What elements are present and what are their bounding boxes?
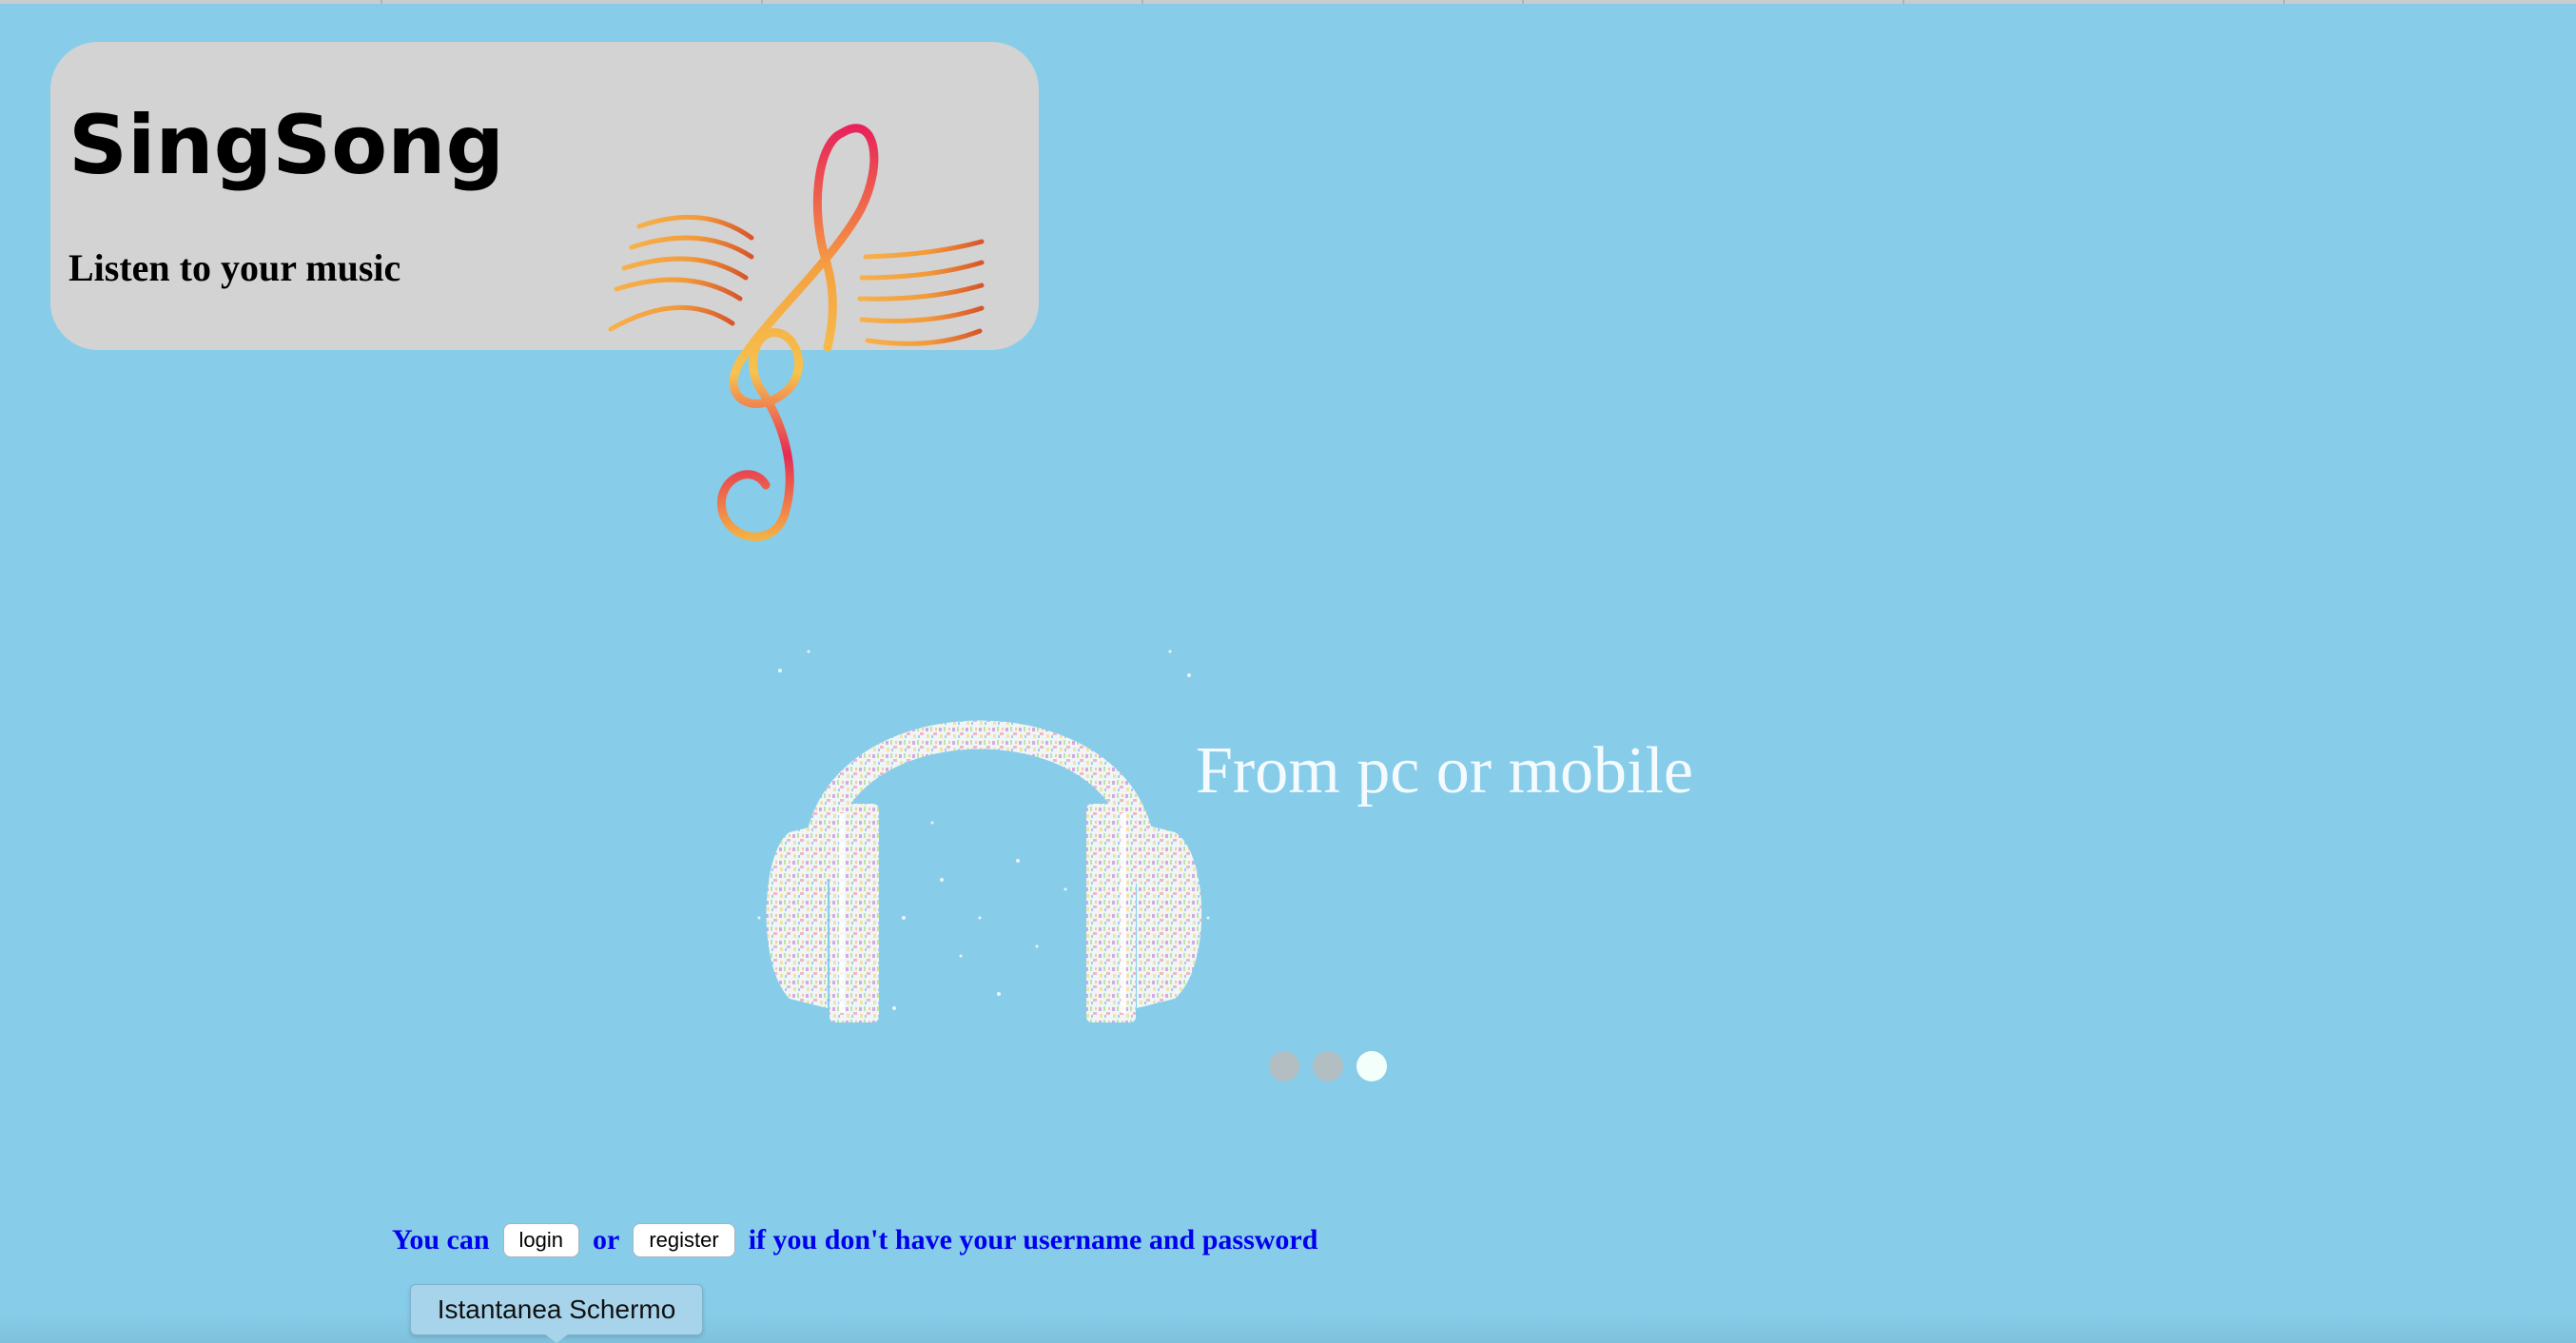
auth-connector-text: or (593, 1224, 620, 1255)
bottom-shade (0, 1313, 2576, 1343)
screenshot-tooltip: Istantanea Schermo (410, 1284, 703, 1335)
login-button[interactable]: login (502, 1223, 580, 1257)
treble-clef-icon (608, 124, 985, 541)
auth-prefix-text: You can (392, 1224, 490, 1255)
register-button[interactable]: register (633, 1223, 735, 1257)
carousel-dot-1[interactable] (1269, 1051, 1299, 1081)
app-title: SingSong (68, 98, 505, 193)
app-subtitle: Listen to your music (68, 246, 401, 289)
carousel-dot-2[interactable] (1313, 1051, 1343, 1081)
auth-suffix-text: if you don't have your username and pass… (748, 1224, 1318, 1255)
carousel-caption: From pc or mobile (1196, 734, 1693, 808)
headphones-icon (757, 650, 1210, 1022)
auth-prompt: You can login or register if you don't h… (392, 1220, 1317, 1260)
carousel-indicators (1269, 1051, 1387, 1081)
page: SingSong Listen to your music From pc or… (0, 0, 2576, 1343)
carousel-dot-3[interactable] (1356, 1051, 1387, 1081)
tooltip-pointer (545, 1334, 568, 1343)
top-browser-strip (0, 0, 2576, 4)
